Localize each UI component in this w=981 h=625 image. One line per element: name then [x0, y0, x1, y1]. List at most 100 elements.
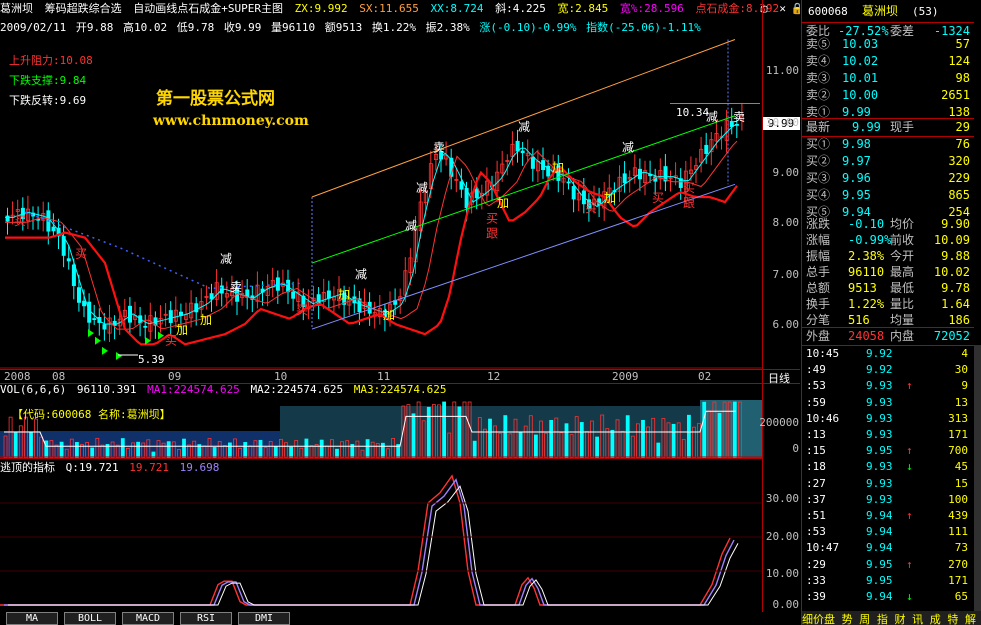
tick-row[interactable]: 10:46 9.93 313	[802, 411, 974, 427]
volume-bar	[579, 422, 584, 458]
stat-value: -0.10	[848, 217, 885, 231]
sell-label: 卖④	[806, 54, 831, 68]
tick-row[interactable]: :37 9.93 100	[802, 492, 974, 508]
xianshou-value: 29	[955, 120, 970, 134]
date-label: 02	[698, 370, 712, 383]
volume-bar	[549, 420, 554, 458]
tick-volume: 15	[954, 476, 968, 490]
volume-bar	[319, 439, 324, 458]
tick-time: :18	[806, 460, 826, 474]
main-formula-name[interactable]: 自动画线点石成金+SUPER主图	[133, 2, 283, 15]
scrollbar-track[interactable]	[974, 345, 981, 611]
candle-body	[291, 291, 296, 299]
sx-value: SX:11.655	[359, 2, 419, 15]
tick-row[interactable]: :53 9.94 111	[802, 524, 974, 540]
tab-boll[interactable]: BOLL	[64, 612, 116, 625]
tab-macd[interactable]: MACD	[122, 612, 174, 625]
indicator-panel[interactable]	[0, 472, 762, 612]
kuan-value: 宽:2.845	[557, 2, 609, 15]
tick-price: 9.94	[866, 509, 893, 522]
tick-direction: ↑	[906, 444, 913, 458]
volume-bar	[243, 442, 248, 458]
stat-value: 9.90	[941, 217, 970, 231]
indicator-line-red	[0, 474, 731, 606]
ma-line-red	[5, 140, 738, 330]
stat-value: 9513	[848, 281, 877, 295]
tick-price: 9.94	[866, 590, 893, 603]
tick-row[interactable]: :29 9.95 ↑ 270	[802, 557, 974, 573]
stat-value: 9.78	[941, 281, 970, 295]
stat-label: 振幅	[806, 249, 831, 263]
tick-row[interactable]: :49 9.92 30	[802, 362, 974, 378]
sell-row[interactable]: 卖③ 10.01 98	[802, 70, 974, 87]
vol-ma3: MA3:224574.625	[353, 383, 447, 396]
tick-time: 10:47	[806, 541, 840, 555]
tick-row[interactable]: :33 9.95 171	[802, 573, 974, 589]
tick-volume: 13	[954, 395, 968, 409]
tick-row[interactable]: :59 9.93 13	[802, 395, 974, 411]
stock-name[interactable]: 葛洲坝	[0, 2, 33, 15]
tick-row[interactable]: :15 9.95 ↑ 700	[802, 443, 974, 459]
price-chart-svg: 买买买加加减卖买加减加减减卖买跟加减加买加减买买跟减	[0, 39, 762, 369]
stat-value: 2.38%	[848, 249, 885, 263]
tab-dmi[interactable]: DMI	[238, 612, 290, 625]
signal-mai-sell: 卖	[230, 280, 242, 294]
volume-bar	[472, 440, 477, 458]
candle-body	[275, 277, 280, 291]
formula-name[interactable]: 筹码超跌综合选	[45, 2, 122, 15]
kuanpct-value: 宽%:28.596	[619, 2, 684, 15]
volume-panel[interactable]: 【代码:600068 名称:葛洲坝】	[0, 396, 762, 458]
tick-time: :59	[806, 395, 826, 409]
tick-row[interactable]: :51 9.94 ↑ 439	[802, 508, 974, 524]
sell-row[interactable]: 卖④ 10.02 124	[802, 53, 974, 70]
info-turnover: 换1.22%	[371, 21, 416, 33]
buy-row[interactable]: 买① 9.98 76	[802, 136, 974, 153]
volume-bar	[702, 401, 707, 458]
buy-price: 9.96	[842, 171, 871, 185]
tick-row[interactable]: 10:47 9.94 73	[802, 540, 974, 556]
volume-bar	[732, 401, 737, 458]
buy-row[interactable]: 买④ 9.95 865	[802, 187, 974, 204]
volume-bar	[518, 432, 523, 458]
signal-jian: 减	[518, 120, 530, 134]
buy-volume: 76	[955, 137, 970, 151]
stat-value: 10.09	[933, 233, 970, 247]
buy-row[interactable]: 买③ 9.96 229	[802, 170, 974, 187]
bottom-tab-bar[interactable]: 细价盘 势 周 指 财 讯 成 特 解	[802, 611, 981, 625]
candle-body	[5, 215, 10, 222]
close-icon[interactable]: ✕	[777, 2, 789, 15]
candle-body	[82, 300, 87, 307]
buy-price: 9.98	[842, 137, 871, 151]
green-arrow-icon	[88, 329, 94, 338]
tick-row[interactable]: :53 9.93 ↑ 9	[802, 378, 974, 394]
tick-row[interactable]: 10:45 9.92 4	[802, 346, 974, 362]
waipan-value: 24058	[848, 329, 885, 343]
tick-row[interactable]: :27 9.93 15	[802, 476, 974, 492]
neipan-value: 72052	[933, 329, 970, 343]
minimize-icon[interactable]: ▢	[758, 2, 770, 15]
tab-ma[interactable]: MA	[6, 612, 58, 625]
tick-price: 9.93	[866, 460, 893, 474]
xianshou-label: 现手	[890, 120, 915, 134]
price-chart-panel[interactable]: 买买买加加减卖买加减加减减卖买跟加减加买加减买买跟减 上升阻力:10.08 下跌…	[0, 34, 762, 369]
dotted-trend	[24, 211, 301, 290]
tab-rsi[interactable]: RSI	[180, 612, 232, 625]
period-label[interactable]: 日线	[768, 370, 790, 386]
sell-row[interactable]: 卖⑤ 10.03 57	[802, 36, 974, 53]
sell-volume: 98	[955, 71, 970, 85]
buy-row[interactable]: 买② 9.97 320	[802, 153, 974, 170]
volume-bar	[503, 415, 508, 458]
volume-bar	[534, 434, 538, 458]
indicator-axis-label: 0.00	[772, 598, 800, 611]
info-volume: 量96110	[270, 21, 316, 33]
tick-volume: 700	[948, 444, 968, 458]
tick-row[interactable]: :39 9.94 ↓ 65	[802, 589, 974, 605]
sell-row[interactable]: 卖② 10.00 2651	[802, 87, 974, 104]
tick-row[interactable]: :13 9.93 171	[802, 427, 974, 443]
volume-bar	[273, 446, 278, 458]
signal-gen: 跟	[486, 227, 498, 241]
tick-volume: 73	[954, 541, 968, 555]
tick-row[interactable]: :18 9.93 ↓ 45	[802, 459, 974, 475]
vol-ma2: MA2:224574.625	[250, 383, 344, 396]
tick-time: :33	[806, 573, 826, 587]
